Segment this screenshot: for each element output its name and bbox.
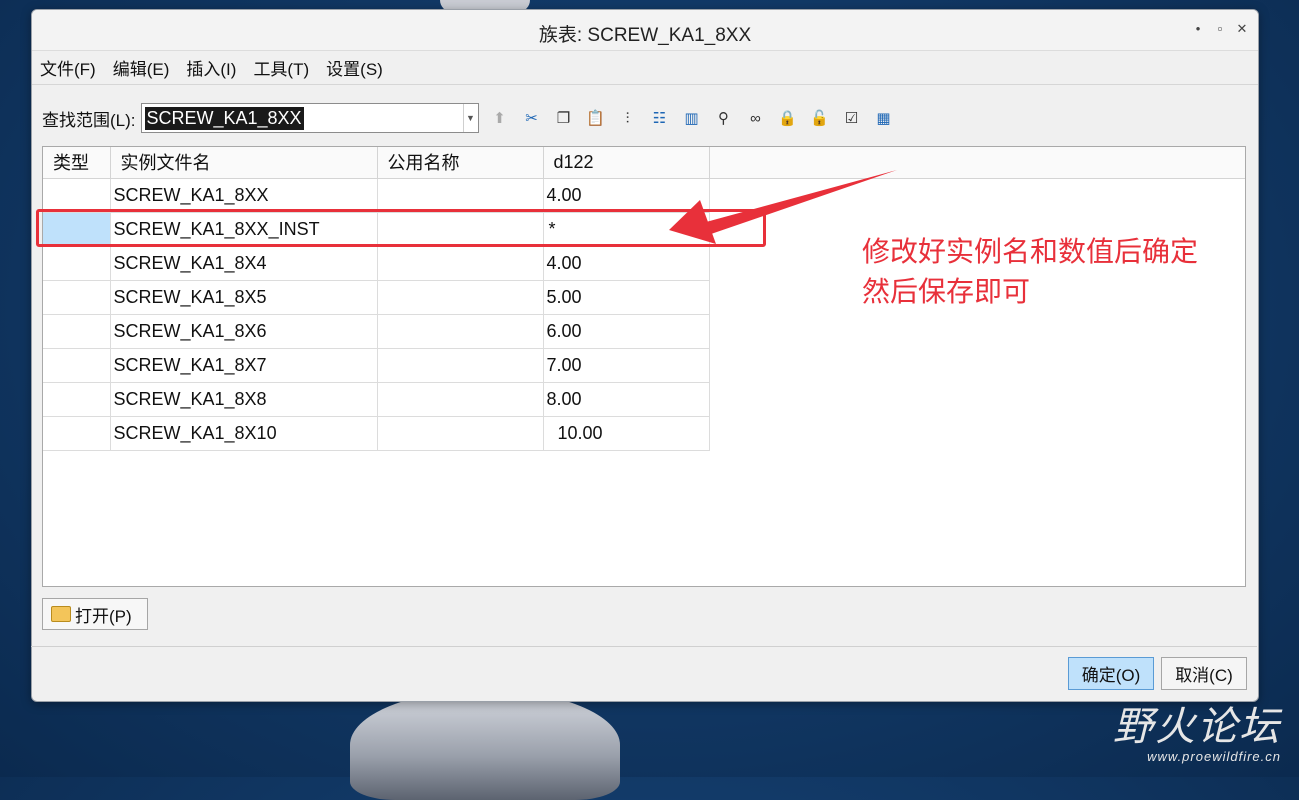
ok-button[interactable]: 确定(O) — [1068, 657, 1154, 690]
watermark-url: www.proewildfire.cn — [1147, 749, 1281, 764]
cell-common-name[interactable] — [377, 280, 544, 315]
menu-settings[interactable]: 设置(S) — [326, 55, 383, 80]
menu-bar: 文件(F) 编辑(E) 插入(I) 工具(T) 设置(S) — [32, 51, 1258, 85]
column-icon[interactable]: ▥ — [681, 107, 703, 129]
cell-type[interactable] — [43, 416, 111, 451]
header-d122[interactable]: d122 — [543, 147, 710, 179]
cell-instance-name[interactable]: SCREW_KA1_8XX — [110, 178, 378, 213]
insert-column-icon[interactable]: ⫶ — [617, 107, 639, 129]
menu-tools[interactable]: 工具(T) — [253, 55, 309, 80]
minimize-icon[interactable]: • — [1192, 21, 1204, 37]
cell-common-name[interactable] — [377, 246, 544, 281]
table-row[interactable]: SCREW_KA1_8X8 8.00 — [43, 382, 710, 417]
table-row[interactable]: SCREW_KA1_8X4 4.00 — [43, 246, 710, 281]
open-button-label: 打开(P) — [75, 606, 132, 626]
lookin-combo[interactable]: SCREW_KA1_8XX ▼ — [140, 103, 479, 133]
header-filler — [709, 147, 1245, 179]
background-part-model — [350, 690, 620, 800]
tree-icon[interactable]: ☷ — [649, 107, 671, 129]
cell-d122[interactable]: 4.00 — [543, 178, 710, 213]
unlock-icon[interactable]: 🔓 — [809, 107, 831, 129]
toolbar: ⬆ ✂ ❐ 📋 ⫶ ☷ ▥ ⚲ ∞ 🔒 🔓 ☑ ▦ — [489, 107, 895, 129]
folder-icon — [51, 606, 71, 622]
close-icon[interactable]: ✕ — [1236, 21, 1248, 37]
cell-common-name[interactable] — [377, 348, 544, 383]
menu-insert[interactable]: 插入(I) — [186, 55, 236, 80]
maximize-icon[interactable]: ▫ — [1214, 21, 1226, 37]
table-row[interactable]: SCREW_KA1_8X5 5.00 — [43, 280, 710, 315]
title-bar[interactable]: 族表: SCREW_KA1_8XX • ▫ ✕ — [32, 10, 1258, 51]
verify-icon[interactable]: ☑ — [841, 107, 863, 129]
table-row[interactable]: SCREW_KA1_8X6 6.00 — [43, 314, 710, 349]
cell-d122[interactable]: 7.00 — [543, 348, 710, 383]
copy-icon[interactable]: ❐ — [553, 107, 575, 129]
window-title: 族表: SCREW_KA1_8XX — [538, 25, 752, 46]
cell-common-name[interactable] — [377, 416, 544, 451]
annotation-text: 修改好实例名和数值后确定 然后保存即可 — [862, 232, 1198, 312]
paste-icon[interactable]: 📋 — [585, 107, 607, 129]
cell-common-name[interactable] — [377, 178, 544, 213]
cell-type[interactable] — [43, 348, 111, 383]
table-row[interactable]: SCREW_KA1_8X7 7.00 — [43, 348, 710, 383]
find-icon[interactable]: ⚲ — [713, 107, 735, 129]
cell-type[interactable] — [43, 382, 111, 417]
cell-instance-name[interactable]: SCREW_KA1_8X8 — [110, 382, 378, 417]
menu-file[interactable]: 文件(F) — [40, 55, 96, 80]
annotation-line-2: 然后保存即可 — [862, 275, 1031, 308]
menu-edit[interactable]: 编辑(E) — [113, 55, 170, 80]
lock-icon[interactable]: 🔒 — [777, 107, 799, 129]
up-level-icon[interactable]: ⬆ — [489, 107, 511, 129]
cell-instance-name[interactable]: SCREW_KA1_8X7 — [110, 348, 378, 383]
header-type[interactable]: 类型 — [43, 147, 111, 179]
cell-d122[interactable]: 6.00 — [543, 314, 710, 349]
table-icon[interactable]: ▦ — [873, 107, 895, 129]
chevron-down-icon[interactable]: ▼ — [462, 104, 478, 132]
table-row[interactable]: SCREW_KA1_8XX 4.00 — [43, 178, 710, 213]
cell-d122[interactable]: 10.00 — [543, 416, 710, 451]
header-instance-name[interactable]: 实例文件名 — [110, 147, 378, 179]
watermark: 野火论坛 www.proewildfire.cn — [1113, 705, 1281, 764]
cell-type[interactable] — [43, 178, 111, 213]
watermark-logo: 野火论坛 — [1113, 705, 1281, 749]
footer-divider — [31, 646, 1257, 647]
cell-type[interactable] — [43, 280, 111, 315]
cell-type[interactable] — [43, 314, 111, 349]
cut-icon[interactable]: ✂ — [521, 107, 543, 129]
cancel-button[interactable]: 取消(C) — [1161, 657, 1247, 690]
cell-type[interactable] — [43, 246, 111, 281]
table-row[interactable]: SCREW_KA1_8X10 10.00 — [43, 416, 710, 451]
family-table: 类型 实例文件名 公用名称 d122 SCREW_KA1_8XX 4.00 SC… — [43, 147, 710, 451]
cell-d122[interactable]: 5.00 — [543, 280, 710, 315]
cell-common-name[interactable] — [377, 382, 544, 417]
family-table-dialog: 族表: SCREW_KA1_8XX • ▫ ✕ 文件(F) 编辑(E) 插入(I… — [31, 9, 1259, 702]
cell-instance-name[interactable]: SCREW_KA1_8X4 — [110, 246, 378, 281]
lookin-value: SCREW_KA1_8XX — [144, 107, 304, 130]
cell-instance-name[interactable]: SCREW_KA1_8X6 — [110, 314, 378, 349]
lookin-label: 查找范围(L): — [42, 110, 136, 130]
header-common-name[interactable]: 公用名称 — [377, 147, 544, 179]
cell-d122[interactable]: 4.00 — [543, 246, 710, 281]
cell-instance-name[interactable]: SCREW_KA1_8X5 — [110, 280, 378, 315]
cell-common-name[interactable] — [377, 314, 544, 349]
open-button[interactable]: 打开(P) — [42, 598, 148, 630]
lookin-row: 查找范围(L): SCREW_KA1_8XX ▼ ⬆ ✂ ❐ 📋 ⫶ ☷ ▥ ⚲… — [42, 102, 895, 134]
cell-instance-name[interactable]: SCREW_KA1_8X10 — [110, 416, 378, 451]
annotation-line-1: 修改好实例名和数值后确定 — [862, 235, 1199, 268]
table-header-row: 类型 实例文件名 公用名称 d122 — [43, 147, 710, 179]
preview-icon[interactable]: ∞ — [745, 107, 767, 129]
cell-d122[interactable]: 8.00 — [543, 382, 710, 417]
annotation-highlight-box — [36, 209, 766, 247]
